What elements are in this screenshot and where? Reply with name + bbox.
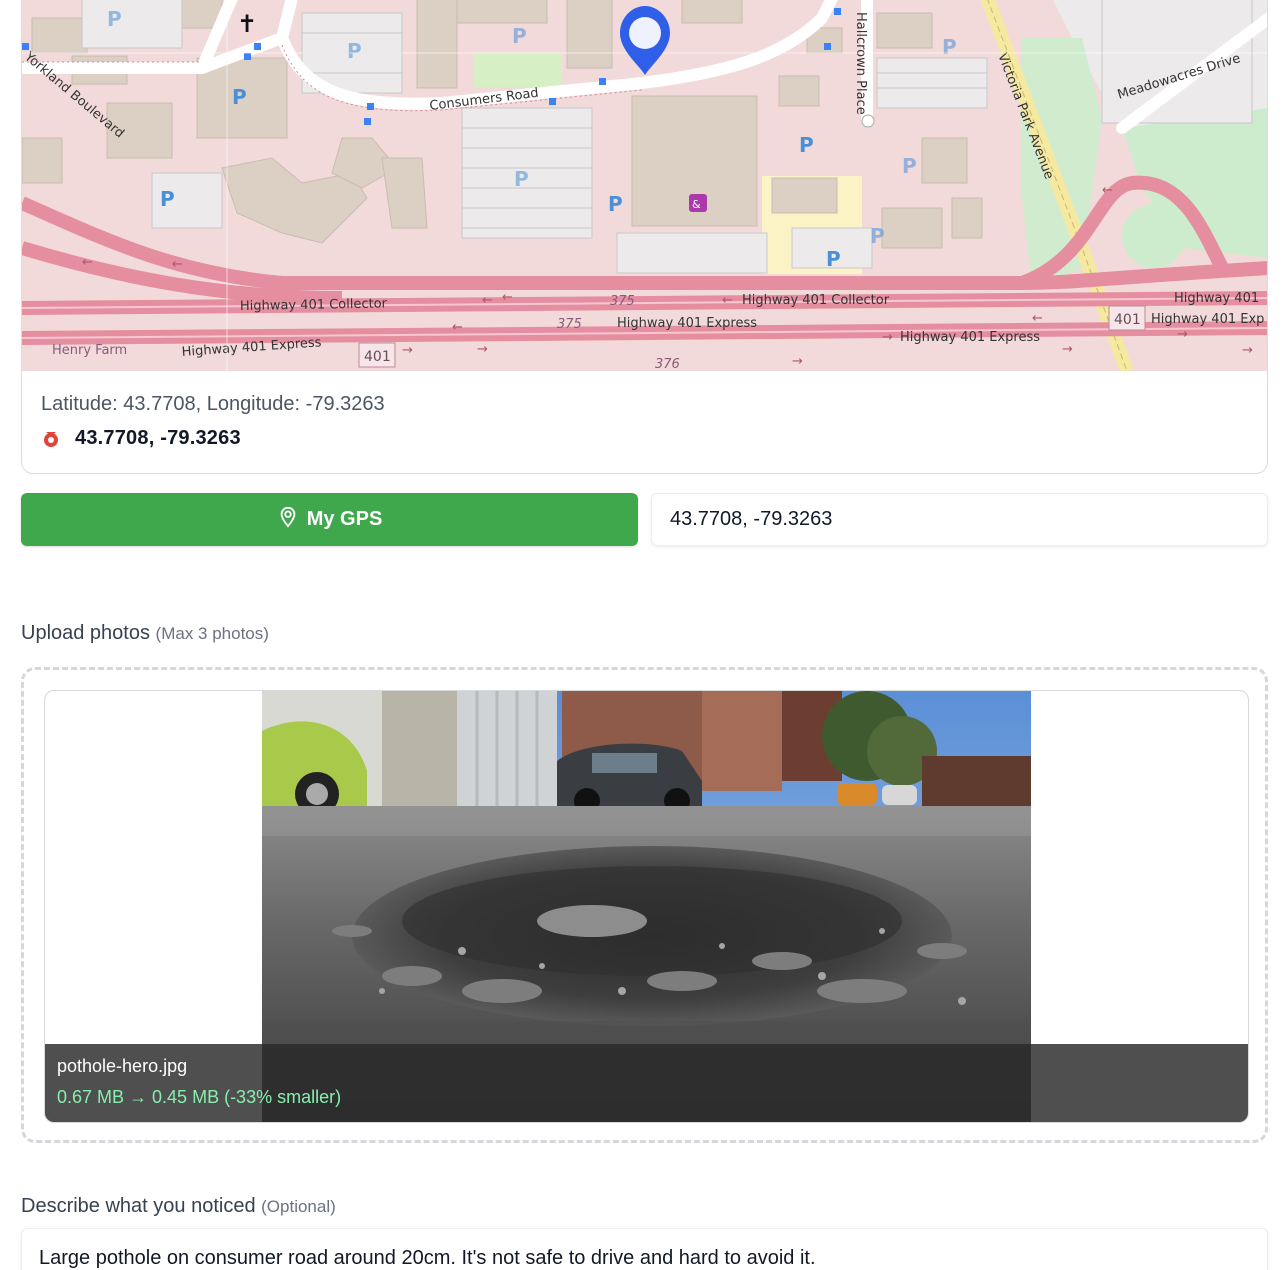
- svg-text:Highway 401 Exp: Highway 401 Exp: [1151, 312, 1264, 327]
- svg-text:P: P: [347, 39, 362, 63]
- photo-caption: pothole-hero.jpg 0.67 MB → 0.45 MB (-33%…: [45, 1044, 1248, 1122]
- svg-text:Henry Farm: Henry Farm: [52, 343, 127, 358]
- svg-text:→: →: [792, 354, 803, 369]
- svg-text:P: P: [826, 247, 841, 271]
- svg-text:P: P: [902, 154, 917, 178]
- svg-text:→: →: [1177, 327, 1188, 342]
- svg-text:P: P: [942, 35, 957, 59]
- svg-text:Hallcrown Place: Hallcrown Place: [853, 12, 868, 115]
- upload-photos-label: Upload photos (Max 3 photos): [21, 622, 269, 645]
- description-title: Describe what you noticed: [21, 1195, 256, 1217]
- description-hint: (Optional): [261, 1197, 336, 1216]
- svg-text:P: P: [160, 187, 175, 211]
- coordinates-input-value: 43.7708, -79.3263: [670, 508, 833, 530]
- my-gps-button[interactable]: My GPS: [21, 493, 638, 546]
- svg-text:P: P: [870, 224, 885, 248]
- svg-text:←: ←: [452, 320, 463, 335]
- coordinates-text: Latitude: 43.7708, Longitude: -79.3263: [41, 393, 385, 415]
- upload-photos-title: Upload photos: [21, 622, 150, 644]
- svg-text:←: ←: [482, 293, 493, 308]
- svg-text:P: P: [514, 167, 529, 191]
- svg-text:←: ←: [722, 293, 733, 308]
- svg-text:→: →: [882, 330, 893, 345]
- svg-text:←: ←: [1102, 183, 1113, 198]
- svg-text:→: →: [477, 342, 488, 357]
- photo-preview[interactable]: pothole-hero.jpg 0.67 MB → 0.45 MB (-33%…: [44, 690, 1249, 1123]
- svg-text:✝: ✝: [237, 10, 257, 38]
- svg-text:401: 401: [364, 349, 391, 365]
- svg-text:P: P: [232, 85, 247, 109]
- description-label: Describe what you noticed (Optional): [21, 1195, 336, 1218]
- svg-text:P: P: [107, 7, 122, 31]
- my-gps-label: My GPS: [306, 508, 383, 530]
- svg-text:→: →: [1062, 342, 1073, 357]
- svg-text:&: &: [692, 198, 701, 211]
- photo-dropzone[interactable]: pothole-hero.jpg 0.67 MB → 0.45 MB (-33%…: [21, 667, 1268, 1143]
- svg-text:375: 375: [557, 317, 582, 332]
- file-name: pothole-hero.jpg: [57, 1056, 188, 1076]
- coordinates-row: 43.7708, -79.3263: [41, 427, 241, 450]
- coordinates-value: 43.7708, -79.3263: [75, 427, 241, 449]
- location-card: ✝ P P P P P P P P P P P P & Yorkland Bou…: [21, 0, 1268, 474]
- svg-text:376: 376: [655, 357, 680, 371]
- svg-text:Highway 401 Express: Highway 401 Express: [617, 316, 757, 331]
- map-canvas[interactable]: ✝ P P P P P P P P P P P P & Yorkland Bou…: [22, 0, 1268, 371]
- file-size-info: 0.67 MB → 0.45 MB (-33% smaller): [57, 1087, 342, 1107]
- svg-text:←: ←: [172, 257, 183, 272]
- svg-text:Highway 401 Collector: Highway 401 Collector: [742, 293, 890, 308]
- svg-text:Highway 401: Highway 401: [1174, 291, 1259, 306]
- svg-text:→: →: [402, 343, 413, 358]
- map-view[interactable]: ✝ P P P P P P P P P P P P & Yorkland Bou…: [22, 0, 1268, 371]
- location-marker-icon: [41, 429, 61, 449]
- svg-text:Highway 401 Express: Highway 401 Express: [900, 330, 1040, 345]
- svg-text:P: P: [512, 24, 527, 48]
- svg-text:←: ←: [502, 290, 513, 305]
- svg-text:375: 375: [610, 294, 635, 309]
- svg-text:→: →: [1242, 343, 1253, 358]
- location-pin-icon: [277, 506, 299, 534]
- description-textarea[interactable]: Large pothole on consumer road around 20…: [21, 1228, 1268, 1270]
- svg-text:401: 401: [1114, 312, 1141, 328]
- coordinates-input[interactable]: 43.7708, -79.3263: [651, 493, 1268, 546]
- svg-text:←: ←: [1032, 311, 1043, 326]
- svg-text:←: ←: [82, 255, 93, 270]
- svg-text:P: P: [608, 192, 623, 216]
- upload-photos-hint: (Max 3 photos): [155, 624, 269, 643]
- svg-text:Highway 401 Collector: Highway 401 Collector: [240, 296, 388, 314]
- svg-text:P: P: [799, 133, 814, 157]
- description-value: Large pothole on consumer road around 20…: [39, 1247, 816, 1269]
